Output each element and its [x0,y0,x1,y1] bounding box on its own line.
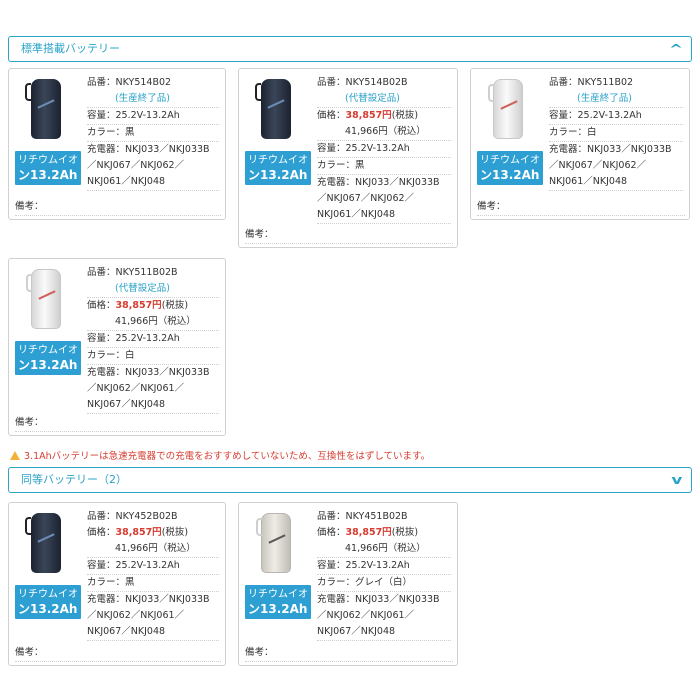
section-header-standard[interactable]: 標準搭載バッテリー [8,36,692,62]
lithium-badge: リチウムイオ ン13.2Ah [245,151,311,185]
chevron-down-icon[interactable] [672,468,683,492]
capacity-value: 25.2V-13.2Ah [115,333,180,344]
capacity-value: 25.2V-13.2Ah [345,143,410,154]
battery-card-nky511b02: リチウムイオ ン13.2Ah 品番：NKY511B02 (生産終了品) 容量：25… [470,68,690,220]
status-note[interactable]: (代替設定品) [317,93,400,104]
battery-card-nky514b02: リチウムイオ ン13.2Ah 品番：NKY514B02 (生産終了品) 容量：25… [8,68,226,220]
price-tax-value: 41,966円（税込） [345,126,426,137]
status-note[interactable]: (生産終了品) [549,93,632,104]
price-value: 38,857円 [115,527,162,538]
charger-value: NKJ033／NKJ033B [587,144,672,155]
lithium-badge: リチウムイオ ン13.2Ah [15,341,81,375]
part-number: NKY511B02B [115,267,178,278]
section-title: 標準搭載バッテリー [21,42,120,55]
warning-icon [10,451,20,460]
lithium-badge: リチウムイオ ン13.2Ah [15,585,81,619]
remarks-label: 備考： [245,227,453,244]
remarks-label: 備考： [477,199,685,216]
color-value: 白 [587,127,597,138]
charger-value: NKJ033／NKJ033B [125,594,210,605]
part-number: NKY451B02B [345,511,408,522]
part-number: NKY514B02 [115,77,172,88]
battery-card-nky514b02b: リチウムイオ ン13.2Ah 品番：NKY514B02B (代替設定品) 価格：3… [238,68,458,248]
battery-card-nky451b02b: リチウムイオ ン13.2Ah 品番：NKY451B02B 価格：38,857円(税… [238,502,458,666]
lithium-badge: リチウムイオ ン13.2Ah [15,151,81,185]
price-tax-value: 41,966円（税込） [115,316,196,327]
charger-value: NKJ033／NKJ033B [125,144,210,155]
price-value: 38,857円 [345,527,392,538]
section-title: 同等バッテリー（2） [21,473,127,486]
remarks-label: 備考： [15,199,221,216]
status-note[interactable]: (代替設定品) [87,283,170,294]
lithium-badge: リチウムイオ ン13.2Ah [245,585,311,619]
charger-value: NKJ033／NKJ033B [355,177,440,188]
color-value: 黒 [125,127,135,138]
part-number: NKY514B02B [345,77,408,88]
color-value: 黒 [355,160,365,171]
charger-value: NKJ033／NKJ033B [355,594,440,605]
compatibility-warning: 3.1Ahバッテリーは急速充電器での充電をおすすめしていないため、互換性をはずし… [10,448,430,462]
remarks-label: 備考： [15,415,221,432]
capacity-value: 25.2V-13.2Ah [115,560,180,571]
battery-card-nky452b02b: リチウムイオ ン13.2Ah 品番：NKY452B02B 価格：38,857円(税… [8,502,226,666]
price-tax-value: 41,966円（税込） [345,543,426,554]
price-tax-value: 41,966円（税込） [115,543,196,554]
capacity-value: 25.2V-13.2Ah [577,110,642,121]
section-header-equivalent[interactable]: 同等バッテリー（2） [8,467,692,493]
charger-value: NKJ033／NKJ033B [125,367,210,378]
price-value: 38,857円 [345,110,392,121]
capacity-value: 25.2V-13.2Ah [115,110,180,121]
lithium-badge: リチウムイオ ン13.2Ah [477,151,543,185]
battery-card-nky511b02b: リチウムイオ ン13.2Ah 品番：NKY511B02B (代替設定品) 価格：3… [8,258,226,436]
color-value: グレイ（白） [355,577,413,588]
chevron-up-icon[interactable] [669,37,683,61]
color-value: 黒 [125,577,135,588]
capacity-value: 25.2V-13.2Ah [345,560,410,571]
remarks-label: 備考： [15,645,221,662]
part-number: NKY452B02B [115,511,178,522]
price-value: 38,857円 [115,300,162,311]
status-note[interactable]: (生産終了品) [87,93,170,104]
part-number: NKY511B02 [577,77,634,88]
remarks-label: 備考： [245,645,453,662]
color-value: 白 [125,350,135,361]
